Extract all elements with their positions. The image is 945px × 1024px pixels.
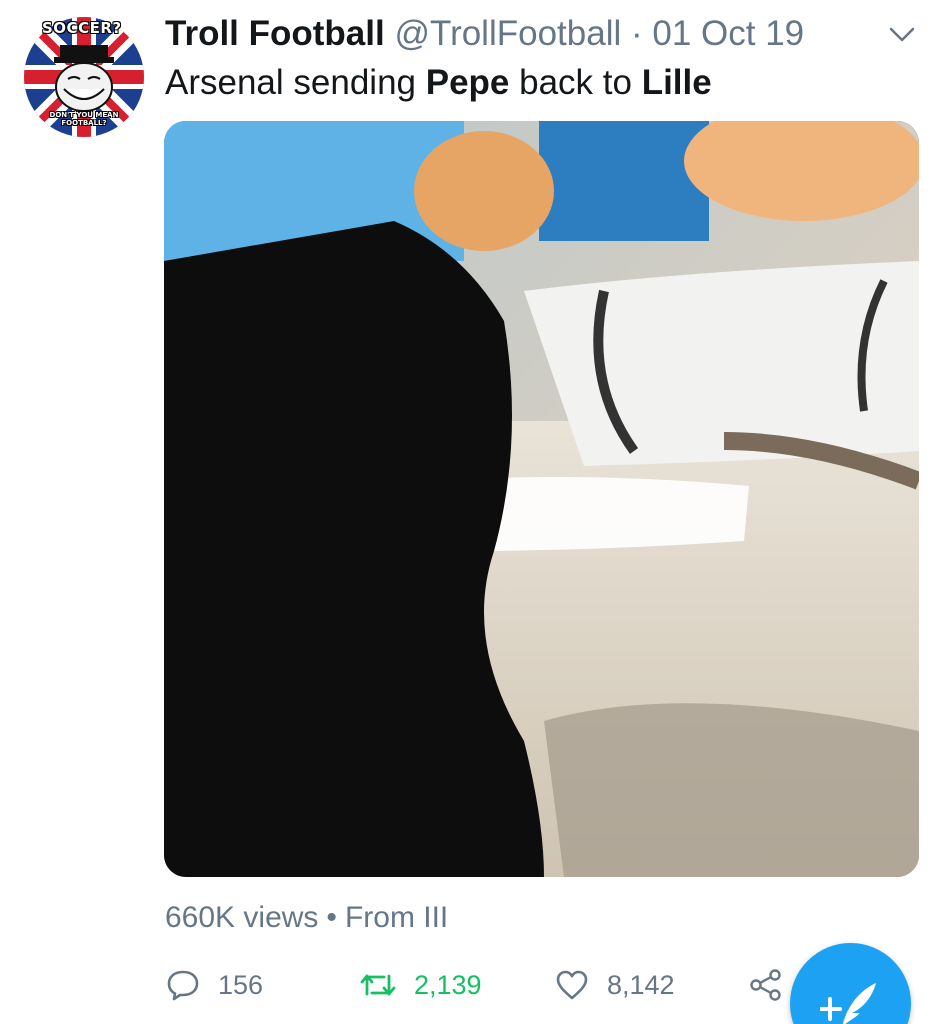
author-handle[interactable]: @TrollFootball bbox=[394, 14, 621, 53]
header-separator: · bbox=[631, 14, 643, 53]
reply-icon bbox=[167, 970, 199, 1001]
tweet-text: Arsenal sending Pepe back to Lille bbox=[165, 60, 712, 106]
avatar-caption-top: SOCCER? bbox=[42, 19, 122, 37]
tweet-text-bold: Lille bbox=[641, 63, 712, 102]
view-count: 660K views bbox=[165, 901, 319, 934]
heart-icon bbox=[556, 970, 588, 1000]
compose-tweet-icon bbox=[820, 983, 876, 1024]
like-button[interactable]: 8,142 bbox=[555, 960, 675, 1010]
stats-separator: • bbox=[326, 901, 337, 934]
compose-tweet-button[interactable] bbox=[790, 943, 911, 1024]
tweet-date[interactable]: 01 Oct 19 bbox=[652, 14, 804, 53]
video-source[interactable]: From III bbox=[345, 901, 448, 934]
retweet-button[interactable]: 2,139 bbox=[360, 960, 482, 1010]
video-frame-image bbox=[164, 121, 919, 877]
retweet-icon bbox=[360, 974, 396, 996]
avatar-caption-bottom: DON'T YOU MEAN FOOTBALL? bbox=[49, 111, 119, 127]
tweet-stats: 660K views • From III bbox=[165, 898, 448, 938]
tweet-text-part: Arsenal sending bbox=[165, 63, 426, 102]
share-icon bbox=[750, 969, 781, 1001]
video-thumbnail[interactable] bbox=[164, 121, 919, 877]
tweet-header: Troll Football @TrollFootball · 01 Oct 1… bbox=[165, 12, 804, 56]
chevron-down-icon[interactable] bbox=[888, 24, 916, 44]
tweet[interactable]: SOCCER? DON'T YOU MEAN FOOTBALL? Troll F… bbox=[0, 0, 945, 1024]
reply-count: 156 bbox=[218, 969, 264, 1000]
author-name[interactable]: Troll Football bbox=[165, 14, 385, 53]
tweet-text-part: back to bbox=[509, 63, 642, 102]
like-count: 8,142 bbox=[607, 969, 675, 1000]
reply-button[interactable]: 156 bbox=[166, 960, 263, 1010]
retweet-count: 2,139 bbox=[414, 969, 482, 1000]
tweet-text-bold: Pepe bbox=[425, 63, 510, 102]
